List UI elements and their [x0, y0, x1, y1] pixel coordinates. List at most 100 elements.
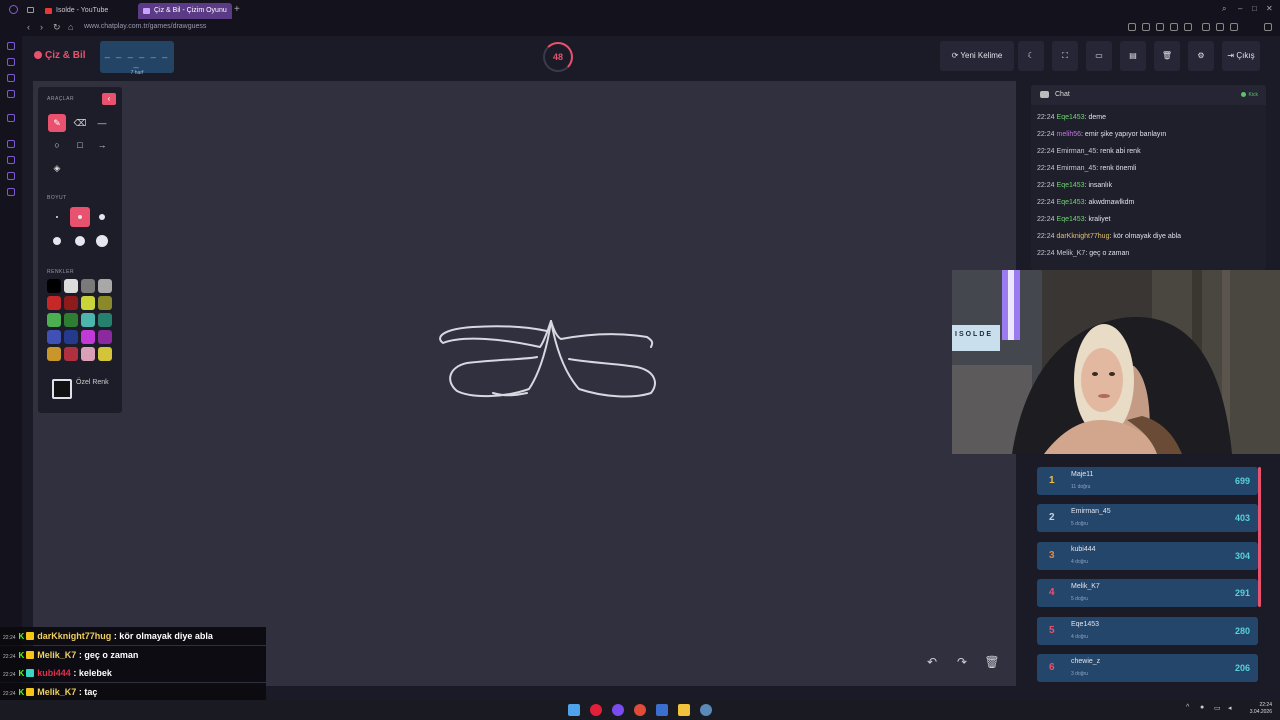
menu-icon[interactable] [1264, 23, 1272, 31]
line-tool[interactable]: — [93, 114, 111, 132]
color-swatch[interactable] [64, 313, 78, 327]
extension-icon[interactable] [1142, 23, 1150, 31]
archive-button[interactable]: ▤ [1120, 41, 1146, 71]
color-swatch[interactable] [81, 347, 95, 361]
mic-icon[interactable]: ● [1200, 704, 1204, 711]
color-swatch[interactable] [47, 330, 61, 344]
exit-button[interactable]: ⇥ Çıkış [1222, 41, 1260, 71]
color-swatch[interactable] [98, 296, 112, 310]
discord-icon[interactable] [612, 704, 624, 716]
undo-button[interactable]: ↶ [921, 651, 943, 673]
chat-username[interactable]: Melik_K7 [1057, 250, 1086, 257]
chat-username[interactable]: Eqe1453 [1057, 182, 1085, 189]
close-icon[interactable]: ✕ [1266, 4, 1273, 13]
network-icon[interactable]: ▭ [1214, 704, 1221, 712]
size-option[interactable] [47, 231, 67, 251]
color-swatch[interactable] [47, 279, 61, 293]
arrow-tool[interactable]: → [93, 136, 111, 154]
color-swatch[interactable] [64, 347, 78, 361]
color-swatch[interactable] [81, 296, 95, 310]
home-icon[interactable]: ⌂ [68, 22, 73, 32]
opera-gx-icon[interactable] [590, 704, 602, 716]
collapse-panel-button[interactable]: ‹ [102, 93, 116, 105]
drawing-canvas[interactable] [33, 81, 1016, 686]
color-swatch[interactable] [98, 347, 112, 361]
reload-icon[interactable]: ↻ [53, 22, 61, 33]
color-swatch[interactable] [64, 330, 78, 344]
color-swatch[interactable] [47, 347, 61, 361]
app-icon[interactable] [656, 704, 668, 716]
fill-tool[interactable]: ◈ [48, 159, 66, 177]
fullscreen-button[interactable]: ⛶ [1052, 41, 1078, 71]
search-icon[interactable]: ⌕ [1222, 4, 1226, 14]
redo-button[interactable]: ↷ [951, 651, 973, 673]
size-option[interactable] [92, 231, 112, 251]
ai-icon[interactable] [1230, 23, 1238, 31]
color-swatch[interactable] [98, 330, 112, 344]
color-swatch[interactable] [98, 313, 112, 327]
sidebar-icon[interactable] [7, 140, 15, 148]
color-swatch[interactable] [64, 296, 78, 310]
theme-toggle-button[interactable]: ☾ [1018, 41, 1044, 71]
color-swatch[interactable] [64, 279, 78, 293]
tab-youtube[interactable]: Isolde - YouTube [40, 3, 136, 19]
chrome-icon[interactable] [634, 704, 646, 716]
color-swatch[interactable] [47, 296, 61, 310]
windows-start-icon[interactable] [568, 704, 580, 716]
keyboard-button[interactable]: ▭ [1086, 41, 1112, 71]
tray-chevron-icon[interactable]: ^ [1186, 704, 1189, 711]
leaderboard-scrollbar[interactable] [1258, 467, 1261, 607]
settings-button[interactable]: ⚙ [1188, 41, 1214, 71]
chat-username[interactable]: melih56 [1057, 131, 1082, 138]
size-option[interactable] [47, 207, 67, 227]
back-icon[interactable]: ‹ [27, 22, 30, 32]
eraser-tool[interactable]: ⌫ [71, 114, 89, 132]
sidebar-icon[interactable] [7, 90, 15, 98]
workspace-icon[interactable] [27, 7, 34, 13]
clear-canvas-button[interactable]: 🗑 [981, 651, 1003, 673]
color-swatch[interactable] [81, 313, 95, 327]
twitch-icon[interactable] [7, 114, 15, 122]
color-swatch[interactable] [81, 279, 95, 293]
new-word-button[interactable]: ⟳ Yeni Kelime [940, 41, 1014, 71]
history-icon[interactable] [7, 156, 15, 164]
new-tab-icon[interactable]: + [234, 4, 240, 15]
extension-icon[interactable] [1202, 23, 1210, 31]
shield-icon[interactable] [1156, 23, 1164, 31]
sidebar-icon[interactable] [7, 172, 15, 180]
sidebar-icon[interactable] [7, 42, 15, 50]
volume-icon[interactable]: ◂ [1228, 704, 1232, 712]
color-swatch[interactable] [98, 279, 112, 293]
color-swatch[interactable] [81, 330, 95, 344]
chat-username[interactable]: Eqe1453 [1057, 114, 1085, 121]
browser-menu-icon[interactable] [9, 5, 18, 14]
chat-username[interactable]: Emirman_45 [1057, 148, 1097, 155]
chat-username[interactable]: Eqe1453 [1057, 199, 1085, 206]
heart-icon[interactable] [1184, 23, 1192, 31]
rectangle-tool[interactable]: □ [71, 136, 89, 154]
size-option[interactable] [70, 231, 90, 251]
maximize-icon[interactable]: □ [1252, 4, 1257, 13]
tab-ciz-bil[interactable]: Çiz & Bil - Çizim Oyunu [138, 3, 232, 19]
circle-tool[interactable]: ○ [48, 136, 66, 154]
extension-icon[interactable] [1128, 23, 1136, 31]
chat-username[interactable]: Eqe1453 [1057, 216, 1085, 223]
sidebar-icon[interactable] [7, 74, 15, 82]
sidebar-icon[interactable] [7, 58, 15, 66]
forward-icon[interactable]: › [40, 22, 43, 32]
url-field[interactable]: www.chatplay.com.tr/games/drawguess [84, 23, 206, 30]
sidebar-icon[interactable] [7, 188, 15, 196]
file-explorer-icon[interactable] [678, 704, 690, 716]
taskbar-clock[interactable]: 22:24 3.04.2026 [1250, 702, 1272, 716]
play-icon[interactable] [1170, 23, 1178, 31]
size-option[interactable] [92, 207, 112, 227]
size-option[interactable] [70, 207, 90, 227]
custom-color-swatch[interactable] [52, 379, 72, 399]
minimize-icon[interactable]: – [1238, 4, 1242, 13]
chat-username[interactable]: Emirman_45 [1057, 165, 1097, 172]
delete-button[interactable]: 🗑 [1154, 41, 1180, 71]
chat-username[interactable]: darKknight77hug [1057, 233, 1110, 240]
steam-icon[interactable] [700, 704, 712, 716]
color-swatch[interactable] [47, 313, 61, 327]
pencil-tool[interactable]: ✎ [48, 114, 66, 132]
